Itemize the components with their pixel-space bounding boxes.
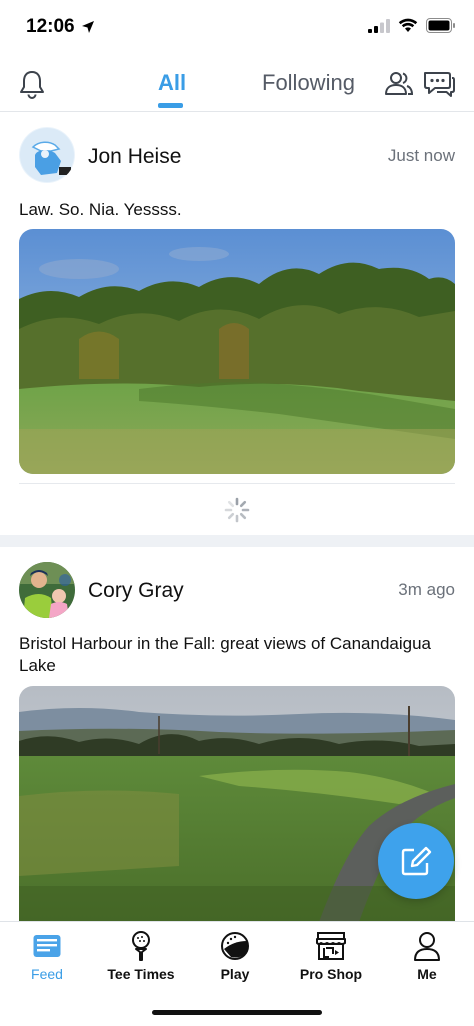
feed-post: Jon Heise Just now Law. So. Nia. Yessss. [0,113,474,535]
top-navigation: All Following [0,56,474,112]
tab-tee-times-label: Tee Times [107,966,175,982]
tab-pro-shop-label: Pro Shop [299,966,363,982]
status-time-text: 12:06 [26,16,75,37]
loading-spinner-icon [224,497,250,528]
tab-pro-shop[interactable]: Pro Shop [284,930,378,982]
avatar[interactable] [19,127,75,183]
tee-icon [132,931,150,961]
shop-icon [316,932,346,960]
tab-tee-times[interactable]: Tee Times [94,930,188,982]
post-author-name[interactable]: Cory Gray [88,579,184,603]
wifi-icon [398,18,418,32]
post-author-name[interactable]: Jon Heise [88,145,181,169]
feed-divider [0,535,474,547]
avatar[interactable] [19,562,75,618]
friends-icon[interactable] [384,69,414,104]
status-bar: 12:06 [0,0,474,56]
tab-play[interactable]: Play [188,930,282,982]
tab-all[interactable]: All [158,70,186,96]
compose-icon [401,846,432,876]
post-timestamp: Just now [387,146,455,165]
battery-icon [426,18,455,33]
messages-icon[interactable] [422,69,456,104]
location-arrow-icon [81,21,94,33]
tab-feed[interactable]: Feed [0,930,94,982]
person-icon [414,932,440,961]
post-text: Bristol Harbour in the Fall: great views… [19,634,431,675]
tab-feed-label: Feed [31,966,63,982]
notifications-bell-icon[interactable] [18,69,46,104]
feed-icon [33,935,61,957]
cellular-signal-icon [368,18,390,33]
status-indicators [368,18,456,33]
post-photo-golf-green[interactable] [19,229,455,474]
post-text: Law. So. Nia. Yessss. [19,200,182,219]
golf-ball-icon [221,932,249,960]
compose-post-button[interactable] [378,823,454,899]
active-tab-indicator [158,103,183,108]
post-separator [19,483,455,484]
tab-play-label: Play [220,966,250,982]
tab-me[interactable]: Me [380,930,474,982]
tab-me-label: Me [417,966,437,982]
tab-following[interactable]: Following [262,70,355,96]
status-time: 12:06 [26,16,95,38]
home-indicator[interactable] [152,1010,322,1015]
post-timestamp: 3m ago [398,580,455,599]
